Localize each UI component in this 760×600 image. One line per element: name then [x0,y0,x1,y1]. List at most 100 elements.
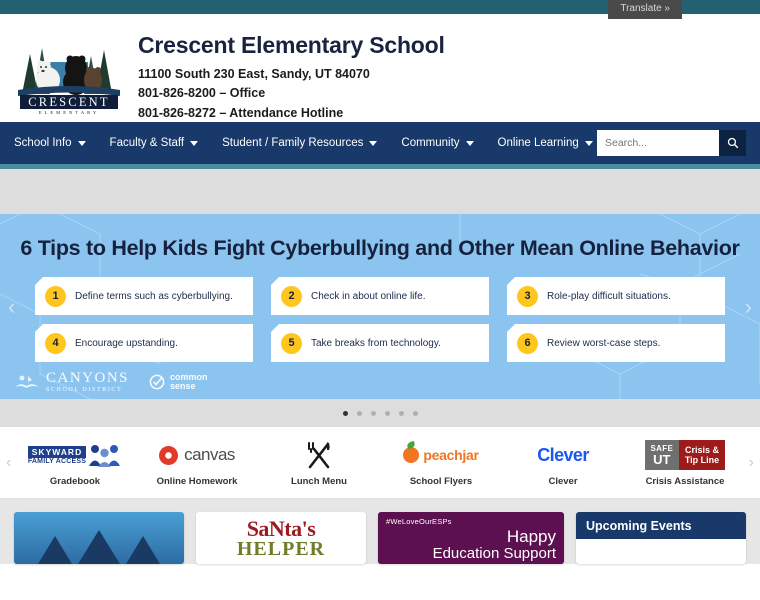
tip-number: 2 [281,285,302,307]
quicklink-crisis-assistance[interactable]: SAFE UT Crisis & Tip Line Crisis Assista… [629,438,741,487]
open-book-icon [15,375,39,388]
tip-text: Define terms such as cyberbullying. [75,290,233,302]
search-button[interactable] [719,130,746,156]
arrows-promo-card[interactable] [14,512,184,564]
tip-text: Role-play difficult situations. [547,290,671,302]
quicklinks-prev-button[interactable]: ‹ [6,454,11,472]
skyward-word: SKYWARD [27,445,87,458]
carousel-dot-4[interactable] [384,410,390,416]
fork-and-knife-icon [263,438,375,472]
nav-label: Online Learning [497,137,579,149]
esp-appreciation-card[interactable]: #WeLoveOurESPs Happy Education Support [378,512,564,564]
santas-helper-line-1: SaNta's [246,516,316,542]
tip-text: Take breaks from technology. [311,337,441,349]
carousel-pagination [0,399,760,427]
peachjar-wordmark: peachjar [423,447,479,463]
safeut-tipline-text: Tip Line [684,455,720,465]
tip-text: Check in about online life. [311,290,426,302]
common-sense-logo: common sense [149,372,208,392]
crescent-elementary-logo[interactable]: CRESCENT ELEMENTARY [14,32,124,116]
people-icon [89,445,121,467]
quicklink-online-homework[interactable]: canvas Online Homework [141,438,253,487]
safeut-crisis-text: Crisis & [684,444,719,455]
chevron-down-icon [77,140,86,146]
site-header: CRESCENT ELEMENTARY Crescent Elementary … [0,14,760,122]
tip-card: 2 Check in about online life. [271,277,489,315]
school-address: 11100 South 230 East, Sandy, UT 84070 [138,67,370,81]
quicklink-label: Lunch Menu [291,476,347,487]
clever-wordmark: Clever [537,444,589,465]
tip-card: 1 Define terms such as cyberbullying. [35,277,253,315]
esp-happy-text: Happy [506,527,556,546]
search-icon [727,137,738,149]
carousel-dot-6[interactable] [412,410,418,416]
quicklink-lunch-menu[interactable]: Lunch Menu [263,438,375,487]
tip-number: 5 [281,332,302,354]
quicklink-clever[interactable]: Clever Clever [507,438,619,488]
tip-number: 4 [45,332,66,354]
hero-carousel: ‹ › 6 Tips to Help Kids Fight Cyberbully… [0,214,760,399]
carousel-dot-2[interactable] [356,410,362,416]
quicklink-school-flyers[interactable]: peachjar School Flyers [385,438,497,487]
nav-accent-underline [0,164,760,169]
quicklinks-next-button[interactable]: › [749,454,754,472]
quicklink-label: Crisis Assistance [645,476,725,487]
safeut-ut-text: UT [653,452,671,467]
carousel-dot-1[interactable] [342,410,348,416]
nav-label: Student / Family Resources [222,137,364,149]
quicklink-gradebook[interactable]: SKYWARD FAMILY ACCESS Gradebook [19,438,131,487]
arrow-up-icon [78,530,120,564]
chevron-down-icon [465,140,474,146]
svg-text:CRESCENT: CRESCENT [28,95,110,109]
quicklink-label: Gradebook [49,476,101,487]
canvas-wordmark: canvas [184,445,235,464]
peach-icon [403,447,420,463]
tip-card: 5 Take breaks from technology. [271,324,489,362]
logo-artwork: CRESCENT ELEMENTARY [14,32,124,116]
tip-text: Review worst-case steps. [547,337,661,349]
canyons-logo-sub: SCHOOL DISTRICT [46,387,123,393]
upcoming-events-heading: Upcoming Events [576,512,746,539]
carousel-dot-5[interactable] [398,410,404,416]
school-info-block: Crescent Elementary School 11100 South 2… [138,22,445,123]
school-phone-attendance: 801-826-8272 – Attendance Hotline [138,105,344,120]
main-navigation: School Info Faculty & Staff Student / Fa… [0,122,760,169]
carousel-title: 6 Tips to Help Kids Fight Cyberbullying … [20,236,740,260]
tips-grid: 1 Define terms such as cyberbullying. 2 … [0,277,760,362]
nav-item-online-learning[interactable]: Online Learning [498,137,607,149]
santas-helper-line-2: HELPER [236,537,326,560]
school-phone-office: 801-826-8200 – Office [138,86,266,101]
carousel-next-button[interactable]: › [745,294,752,320]
arrow-up-icon [126,536,160,564]
arrow-up-icon [38,536,72,564]
carousel-prev-button[interactable]: ‹ [8,294,15,320]
nav-item-faculty-staff[interactable]: Faculty & Staff [110,137,213,149]
nav-item-school-info[interactable]: School Info [14,137,100,149]
upcoming-events-card[interactable]: Upcoming Events [576,512,746,564]
esp-subtitle: Education Support [432,545,556,562]
upcoming-events-body [576,539,746,545]
tip-card: 4 Encourage upstanding. [35,324,253,362]
nav-item-community[interactable]: Community [401,137,487,149]
clever-logo: Clever [507,438,619,472]
chevron-down-icon [190,140,199,146]
safe-ut-crisis-tip-line-logo: SAFE UT Crisis & Tip Line [629,438,741,472]
santas-helper-card[interactable]: SaNta's HELPER [196,512,366,564]
nav-label: School Info [14,137,72,149]
translate-button[interactable]: Translate » [608,0,682,19]
quicklink-label: School Flyers [409,476,473,487]
tip-text: Encourage upstanding. [75,337,178,349]
tip-number: 6 [517,332,538,354]
quicklink-label: Online Homework [156,476,238,487]
nav-item-student-family-resources[interactable]: Student / Family Resources [222,137,391,149]
canyons-logo-main: CANYONS [46,370,130,386]
svg-text:ELEMENTARY: ELEMENTARY [39,110,100,115]
check-circle-icon [149,374,165,390]
carousel-brand-row: CANYONS SCHOOL DISTRICT common sense [14,371,208,393]
search-area [597,130,746,156]
carousel-dot-3[interactable] [370,410,376,416]
search-input[interactable] [597,130,719,156]
quicklink-label: Clever [548,476,578,487]
page-title: Crescent Elementary School [138,32,445,58]
nav-label: Community [401,137,460,149]
